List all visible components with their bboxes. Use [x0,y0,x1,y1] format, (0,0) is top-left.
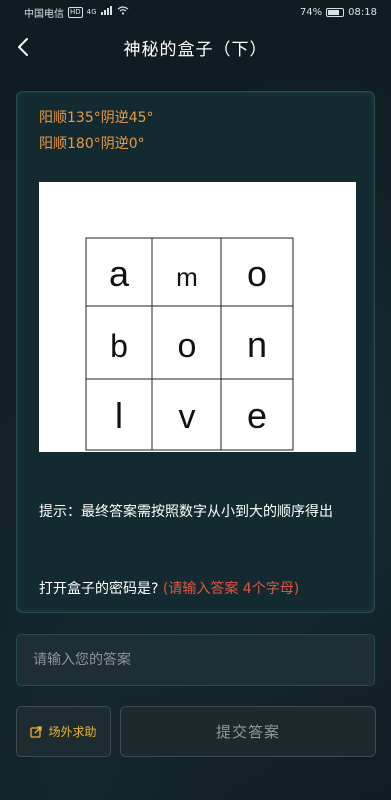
answer-input[interactable] [17,635,374,685]
grid-letter-0-2: o [247,253,267,294]
grid-letter-2-1: v [179,398,196,436]
submit-button-label: 提交答案 [215,723,280,741]
submit-button[interactable]: 提交答案 [120,706,376,757]
help-button[interactable]: 场外求助 [16,706,111,757]
status-bar: 中国电信 HD 4G 74% 08:18 [0,0,391,24]
puzzle-image: amobonlve [39,182,356,452]
battery-icon [326,7,345,17]
grid-letter-0-0: a [109,253,130,294]
status-right: 74% 08:18 [300,7,377,18]
grid-letter-1-2: n [247,324,267,365]
network-label: 4G [86,8,97,16]
page-title: 神秘的盒子（下） [123,39,268,60]
letter-grid: a m ob o nl v e [85,237,294,451]
puzzle-card: 阳顺135°阴逆45° 阳顺180°阴逆0° amobonlve 提示：最终答案… [16,91,375,613]
answer-field [16,634,375,686]
grid-letter-0-1: m [176,262,198,292]
clue-line-2: 阳顺180°阴逆0° [39,136,145,152]
hd-badge: HD [68,6,83,18]
question-note: (请输入答案 4个字母) [162,581,300,597]
header: 神秘的盒子（下） [0,24,391,70]
grid-letter-1-0: b [110,328,128,364]
question-line: 打开盒子的密码是? (请输入答案 4个字母) [39,578,299,598]
grid-letter-1-1: o [178,327,197,365]
battery-percent: 74% [299,6,323,18]
carrier-label: 中国电信 [24,8,64,20]
clue-line-1: 阳顺135°阴逆45° [39,110,154,126]
chevron-left-icon [18,38,28,56]
help-button-label: 场外求助 [48,725,97,739]
hint-text: 提示：最终答案需按照数字从小到大的顺序得出 [39,504,333,520]
back-button[interactable] [10,34,36,60]
share-icon [30,726,43,738]
wifi-icon [117,6,129,18]
grid-letter-2-2: e [247,395,267,436]
grid-letter-2-0: l [115,395,123,436]
status-left: 中国电信 HD 4G [24,5,129,20]
clock: 08:18 [348,6,377,18]
question-text: 打开盒子的密码是? [39,581,159,597]
signal-icon [100,6,113,18]
